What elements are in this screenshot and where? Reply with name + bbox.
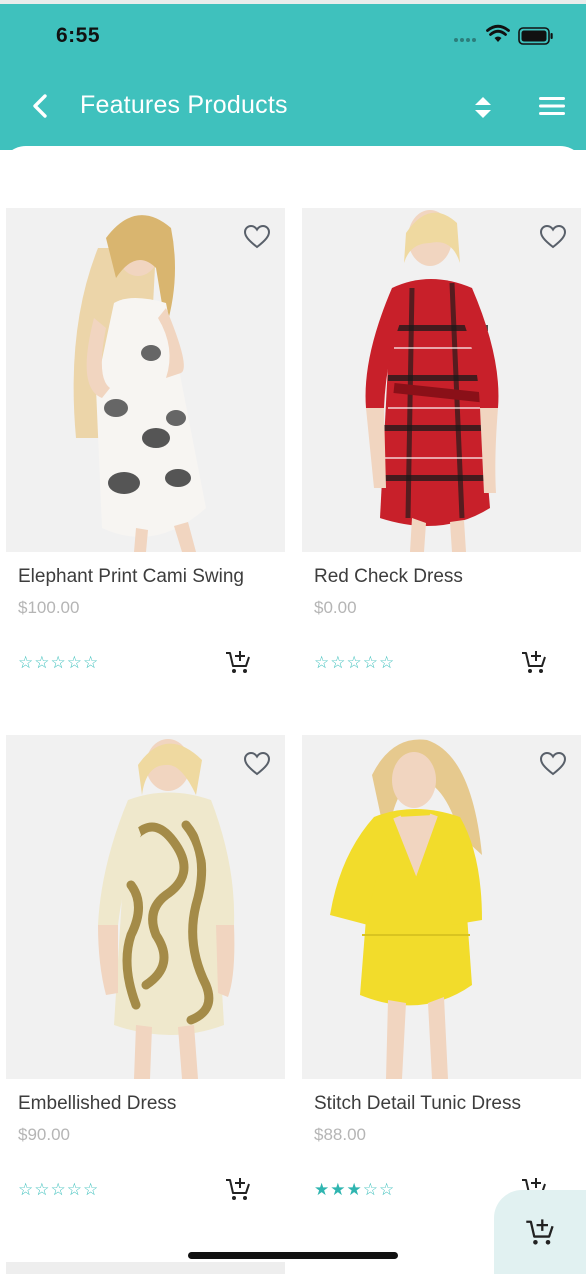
- add-to-cart-icon[interactable]: [224, 648, 252, 676]
- product-image[interactable]: [6, 208, 285, 552]
- star-empty-icon: ☆: [66, 1180, 83, 1199]
- star-empty-icon: ☆: [50, 653, 67, 672]
- sort-icon[interactable]: [470, 94, 496, 122]
- heart-outline-icon[interactable]: [539, 224, 567, 250]
- hamburger-menu-icon[interactable]: [536, 93, 568, 119]
- add-to-cart-icon[interactable]: [520, 648, 548, 676]
- product-name[interactable]: Red Check Dress: [314, 566, 463, 588]
- star-empty-icon: ☆: [362, 653, 379, 672]
- product-name[interactable]: Stitch Detail Tunic Dress: [314, 1093, 521, 1115]
- star-filled-icon: ★: [346, 1180, 363, 1199]
- battery-icon: [518, 27, 553, 45]
- product-price: $0.00: [314, 598, 357, 617]
- star-empty-icon: ☆: [362, 1180, 379, 1199]
- star-empty-icon: ☆: [379, 1180, 396, 1199]
- model-in-gold-embellished-dress: [98, 739, 235, 1079]
- star-filled-icon: ★: [330, 1180, 347, 1199]
- add-to-cart-icon[interactable]: [224, 1175, 252, 1203]
- model-in-white-elephant-print-dress: [73, 215, 206, 552]
- app-header: 6:55 Features Products: [0, 0, 586, 150]
- star-empty-icon: ☆: [34, 653, 51, 672]
- star-empty-icon: ☆: [83, 653, 100, 672]
- star-filled-icon: ★: [314, 1180, 331, 1199]
- product-name[interactable]: Embellished Dress: [18, 1093, 176, 1115]
- wifi-icon: [486, 24, 510, 42]
- product-name[interactable]: Elephant Print Cami Swing: [18, 566, 244, 588]
- cellular-signal-icon: [454, 37, 480, 43]
- page-title: Features Products: [80, 91, 288, 119]
- product-image[interactable]: [6, 735, 285, 1079]
- rating-stars: ★★★☆☆: [314, 1180, 395, 1200]
- star-empty-icon: ☆: [66, 653, 83, 672]
- product-image[interactable]: [302, 208, 581, 552]
- heart-outline-icon[interactable]: [243, 224, 271, 250]
- status-time: 6:55: [56, 24, 101, 47]
- status-bar-edge: [0, 0, 586, 4]
- back-arrow-icon[interactable]: [28, 92, 52, 120]
- product-price: $100.00: [18, 598, 80, 617]
- star-empty-icon: ☆: [330, 653, 347, 672]
- product-grid: Elephant Print Cami Swing $100.00 ☆☆☆☆☆: [0, 146, 586, 1274]
- star-empty-icon: ☆: [346, 653, 363, 672]
- heart-outline-icon[interactable]: [243, 751, 271, 777]
- star-empty-icon: ☆: [18, 1180, 35, 1199]
- cart-fab-button[interactable]: [494, 1190, 586, 1274]
- rating-stars: ☆☆☆☆☆: [314, 653, 395, 673]
- next-row-image-peek: [6, 1262, 285, 1274]
- star-empty-icon: ☆: [83, 1180, 100, 1199]
- add-to-cart-icon: [526, 1219, 554, 1245]
- product-price: $90.00: [18, 1125, 70, 1144]
- model-in-yellow-tunic-dress: [330, 739, 482, 1079]
- heart-outline-icon[interactable]: [539, 751, 567, 777]
- star-empty-icon: ☆: [34, 1180, 51, 1199]
- product-price: $88.00: [314, 1125, 366, 1144]
- star-empty-icon: ☆: [50, 1180, 67, 1199]
- product-image[interactable]: [302, 735, 581, 1079]
- star-empty-icon: ☆: [18, 653, 35, 672]
- star-empty-icon: ☆: [379, 653, 396, 672]
- star-empty-icon: ☆: [314, 653, 331, 672]
- home-indicator[interactable]: [188, 1252, 398, 1259]
- model-in-red-plaid-shirt-dress: [365, 210, 499, 552]
- rating-stars: ☆☆☆☆☆: [18, 1180, 99, 1200]
- rating-stars: ☆☆☆☆☆: [18, 653, 99, 673]
